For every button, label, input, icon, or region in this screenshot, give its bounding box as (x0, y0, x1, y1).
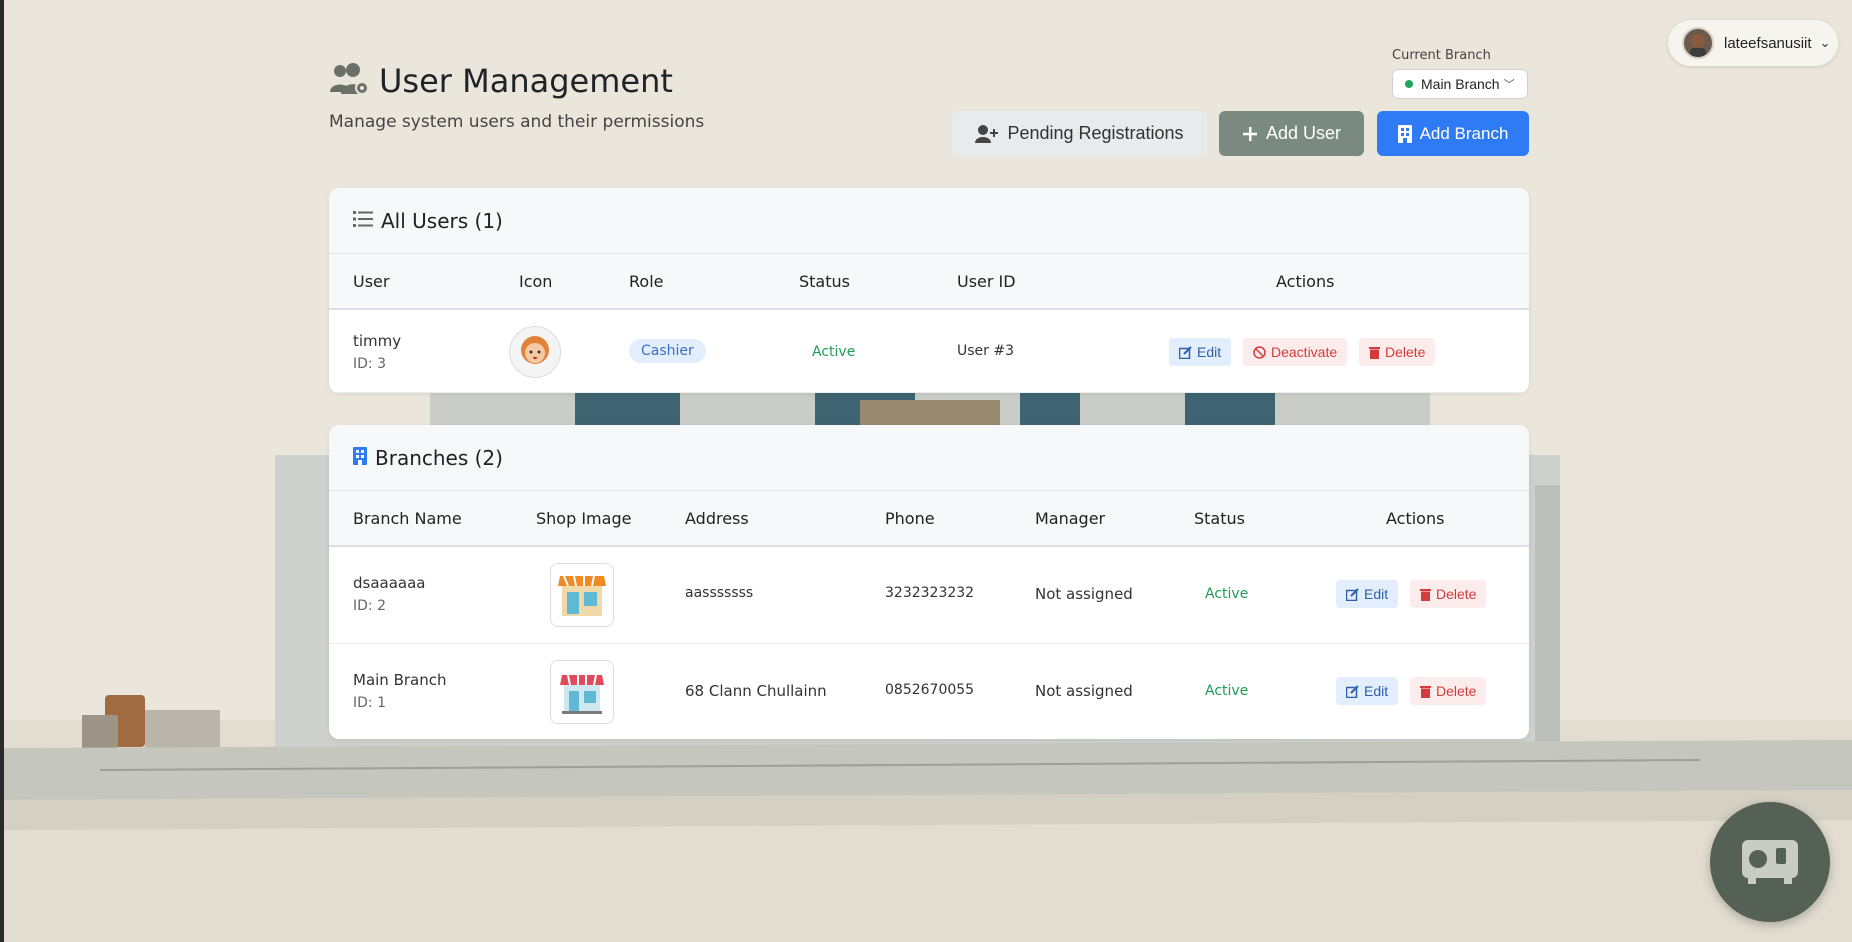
branch-dropdown[interactable]: Main Branch ﹀ (1392, 69, 1528, 99)
edit-icon (1346, 684, 1359, 698)
status-badge: Active (1205, 683, 1249, 699)
col-icon[interactable]: Icon (519, 272, 552, 291)
branches-table-header: Branch Name Shop Image Address Phone Man… (329, 491, 1529, 547)
branch-dropdown-value: Main Branch (1421, 76, 1500, 92)
branch-name: dsaaaaaa (353, 574, 426, 592)
delete-label: Delete (1385, 344, 1426, 360)
col-role[interactable]: Role (629, 272, 663, 291)
col-user[interactable]: User (353, 272, 389, 291)
branch-manager: Not assigned (1035, 682, 1133, 700)
user-avatar-icon (509, 326, 561, 378)
add-user-button[interactable]: Add User (1219, 111, 1364, 156)
edit-button[interactable]: Edit (1336, 580, 1399, 608)
add-branch-button[interactable]: Add Branch (1377, 111, 1529, 156)
list-icon (353, 210, 373, 232)
branch-manager: Not assigned (1035, 585, 1133, 603)
ban-icon (1253, 345, 1266, 359)
table-row: dsaaaaaa ID: 2 aasssssss 3232323232 Not … (329, 547, 1529, 644)
edit-button[interactable]: Edit (1336, 677, 1399, 705)
edit-label: Edit (1364, 586, 1389, 602)
delete-button[interactable]: Delete (1410, 580, 1487, 608)
current-branch-label: Current Branch (1392, 48, 1491, 63)
trash-icon (1420, 588, 1431, 601)
role-badge: Cashier (629, 339, 706, 363)
chevron-down-icon: ⌄ (1819, 35, 1831, 51)
plus-icon (1242, 126, 1258, 142)
username: lateefsanusiit (1724, 34, 1812, 52)
col-status[interactable]: Status (799, 272, 850, 291)
col-branch-name[interactable]: Branch Name (353, 509, 462, 528)
branches-card-title: Branches (2) (375, 445, 503, 470)
users-cog-icon (329, 62, 369, 100)
branch-address: 68 Clann Chullainn (685, 682, 827, 700)
page-header: User Management Manage system users and … (329, 62, 704, 132)
add-branch-label: Add Branch (1419, 123, 1509, 143)
status-badge: Active (812, 344, 856, 360)
users-table-header: User Icon Role Status User ID Actions (329, 254, 1529, 310)
delete-label: Delete (1436, 586, 1477, 602)
avatar (1682, 27, 1714, 59)
edit-label: Edit (1197, 344, 1222, 360)
building-icon (1397, 124, 1412, 143)
page-title: User Management (379, 62, 673, 100)
delete-button[interactable]: Delete (1359, 338, 1436, 366)
branch-phone: 0852670055 (885, 682, 975, 698)
status-badge: Active (1205, 586, 1249, 602)
pending-registrations-button[interactable]: Pending Registrations (952, 111, 1207, 156)
user-plus-icon (975, 124, 999, 144)
edit-label: Edit (1364, 683, 1389, 699)
branch-phone: 3232323232 (885, 585, 975, 601)
add-user-label: Add User (1265, 123, 1342, 143)
user-id-sub: ID: 3 (353, 356, 386, 372)
col-actions[interactable]: Actions (1276, 272, 1334, 291)
shop-image (550, 660, 614, 724)
edit-icon (1179, 345, 1192, 359)
building-icon (353, 446, 367, 469)
col-status[interactable]: Status (1194, 509, 1245, 528)
shop-image (550, 563, 614, 627)
users-card: All Users (1) User Icon Role Status User… (329, 188, 1529, 393)
branch-id-sub: ID: 2 (353, 598, 386, 614)
cash-register-fab[interactable] (1710, 802, 1830, 922)
branch-address: aasssssss (685, 585, 754, 601)
users-card-header: All Users (1) (329, 188, 1529, 254)
page-subtitle: Manage system users and their permission… (329, 112, 705, 132)
users-card-title: All Users (1) (381, 208, 503, 233)
branches-card: Branches (2) Branch Name Shop Image Addr… (329, 425, 1529, 739)
branch-id-sub: ID: 1 (353, 695, 386, 711)
col-address[interactable]: Address (685, 509, 749, 528)
edit-icon (1346, 587, 1359, 601)
trash-icon (1369, 346, 1380, 359)
col-shop-image[interactable]: Shop Image (536, 509, 631, 528)
user-id: User #3 (957, 343, 1014, 359)
window-edge (0, 0, 4, 942)
table-row: Main Branch ID: 1 68 Clann Chullainn 085… (329, 644, 1529, 739)
trash-icon (1420, 685, 1431, 698)
delete-button[interactable]: Delete (1410, 677, 1487, 705)
branches-card-header: Branches (2) (329, 425, 1529, 491)
col-phone[interactable]: Phone (885, 509, 935, 528)
user-name: timmy (353, 332, 402, 350)
deactivate-label: Deactivate (1271, 344, 1338, 360)
deactivate-button[interactable]: Deactivate (1243, 338, 1348, 366)
col-manager[interactable]: Manager (1035, 509, 1105, 528)
branch-name: Main Branch (353, 671, 447, 689)
table-row: timmy ID: 3 Cashier Active User #3 Edit … (329, 310, 1529, 393)
edit-button[interactable]: Edit (1169, 338, 1232, 366)
col-user-id[interactable]: User ID (957, 272, 1016, 291)
pending-registrations-label: Pending Registrations (1007, 123, 1184, 143)
user-menu[interactable]: lateefsanusiit ⌄ (1668, 20, 1838, 66)
branch-selector: Current Branch Main Branch ﹀ (1392, 48, 1528, 99)
register-icon (1740, 834, 1800, 890)
col-actions[interactable]: Actions (1386, 509, 1444, 528)
delete-label: Delete (1436, 683, 1477, 699)
status-dot-icon (1405, 80, 1413, 88)
chevron-down-icon: ﹀ (1503, 79, 1515, 91)
